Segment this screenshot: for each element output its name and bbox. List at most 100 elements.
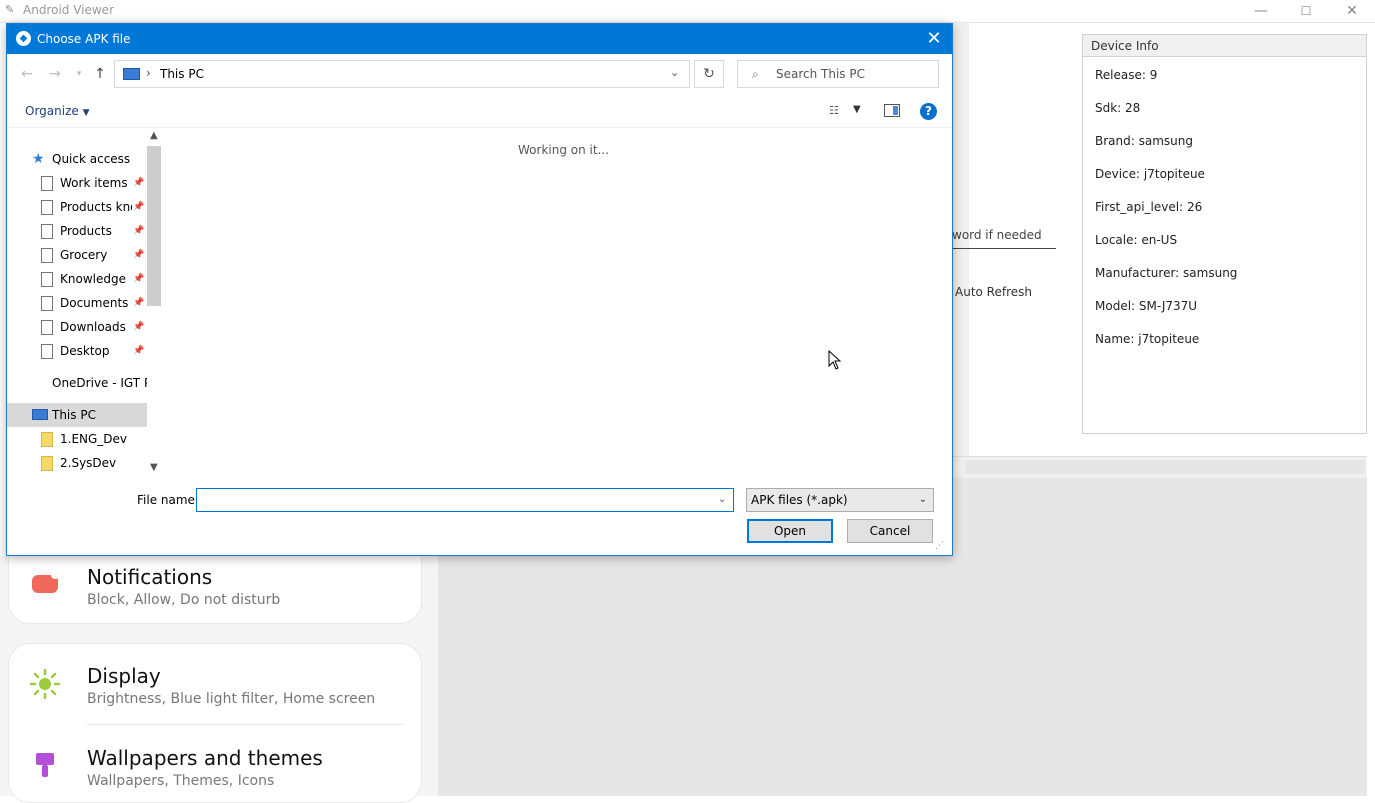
mouse-cursor-icon	[828, 350, 842, 370]
nav-scrollbar[interactable]: ▲ ▼	[147, 128, 163, 479]
nav-item-onedrive[interactable]: OneDrive - IGT PL	[7, 371, 147, 395]
organize-label: Organize	[25, 104, 79, 118]
nav-item-pinned[interactable]: Work items 📌	[7, 171, 147, 195]
file-name-input[interactable]	[201, 492, 711, 508]
search-box[interactable]: ⌕	[737, 60, 939, 88]
navigation-pane: ★ Quick access Work items 📌 Products kno 📌…	[7, 128, 167, 479]
breadcrumb-separator-icon[interactable]: ›	[146, 66, 151, 80]
refresh-icon[interactable]: ↻	[694, 60, 724, 88]
organize-menu[interactable]: Organize ▼	[25, 104, 90, 118]
nav-item-quick-access[interactable]: ★ Quick access	[7, 147, 147, 171]
pin-icon: 📌	[133, 250, 145, 260]
folder-icon	[41, 432, 53, 447]
nav-item-folder[interactable]: 1.ENG_Dev	[7, 427, 147, 451]
star-icon: ★	[32, 151, 45, 167]
nav-label: Products	[60, 224, 112, 238]
close-button[interactable]: ✕	[1329, 0, 1375, 22]
pin-icon: 📌	[133, 226, 145, 236]
nav-item-pinned[interactable]: Grocery 📌	[7, 243, 147, 267]
nav-item-pinned[interactable]: Documents 📌	[7, 291, 147, 315]
device-info-item: Model: SM-J737U	[1095, 299, 1198, 313]
address-bar[interactable]: › This PC ⌄	[114, 60, 690, 88]
scrollbar-thumb[interactable]	[965, 460, 1365, 474]
scroll-down-icon[interactable]: ▼	[150, 462, 158, 473]
document-icon	[41, 320, 53, 335]
view-dropdown-chevron-icon[interactable]: ▼	[853, 104, 861, 115]
horizontal-scrollbar[interactable]	[952, 456, 1367, 478]
file-type-value: APK files (*.apk)	[751, 493, 848, 507]
device-info-item: Name: j7topiteue	[1095, 332, 1200, 346]
back-arrow-icon[interactable]: ←	[17, 64, 37, 84]
nav-label: 2.SysDev	[60, 456, 117, 470]
nav-label: OneDrive - IGT PL	[52, 376, 147, 390]
scrollbar-thumb[interactable]	[147, 146, 161, 306]
file-name-label: File name:	[137, 493, 199, 507]
settings-subtitle: Brightness, Blue light filter, Home scre…	[87, 691, 376, 707]
password-field-underline[interactable]	[952, 248, 1056, 249]
document-icon	[41, 272, 53, 287]
nav-item-pinned[interactable]: Knowledge 📌	[7, 267, 147, 291]
device-info-item: Device: j7topiteue	[1095, 167, 1205, 181]
device-info-item: Sdk: 28	[1095, 101, 1141, 115]
settings-subtitle: Block, Allow, Do not disturb	[87, 592, 281, 608]
resize-grip-icon[interactable]: ⋰	[935, 541, 944, 551]
computer-icon	[123, 68, 140, 80]
chevron-down-icon[interactable]: ⌄	[718, 494, 726, 505]
nav-label: Documents	[60, 296, 129, 310]
breadcrumb-this-pc[interactable]: This PC	[160, 67, 204, 81]
maximize-button[interactable]: ☐	[1283, 0, 1329, 22]
recent-locations-chevron-icon[interactable]: ▾	[69, 64, 89, 84]
choose-apk-dialog: ◆ Choose APK file ✕ ← → ▾ ↑ › This PC ⌄ …	[6, 23, 953, 556]
forward-arrow-icon[interactable]: →	[45, 64, 65, 84]
pin-icon: 📌	[133, 346, 145, 356]
search-icon: ⌕	[752, 67, 759, 81]
settings-card[interactable]: Display Brightness, Blue light filter, H…	[8, 643, 422, 803]
file-type-select[interactable]: APK files (*.apk) ⌄	[746, 488, 934, 512]
divider	[87, 724, 403, 725]
preview-pane-icon[interactable]	[884, 104, 900, 117]
search-input[interactable]	[776, 66, 931, 82]
dialog-titlebar: ◆ Choose APK file ✕	[7, 24, 952, 54]
auto-refresh-checkbox-label[interactable]: Auto Refresh	[955, 285, 1032, 299]
device-info-item: Locale: en-US	[1095, 233, 1178, 247]
dialog-title: Choose APK file	[37, 32, 131, 46]
nav-label: 1.ENG_Dev	[60, 432, 128, 446]
scroll-up-icon[interactable]: ▲	[150, 130, 158, 141]
document-icon	[41, 248, 53, 263]
nav-label: Knowledge	[60, 272, 126, 286]
settings-subtitle: Wallpapers, Themes, Icons	[87, 773, 275, 789]
nav-item-this-pc[interactable]: This PC	[7, 403, 147, 427]
dialog-app-icon: ◆	[16, 31, 31, 46]
settings-title: Display	[87, 664, 161, 688]
chevron-down-icon: ▼	[82, 108, 90, 118]
up-arrow-icon[interactable]: ↑	[90, 64, 110, 84]
cancel-button[interactable]: Cancel	[847, 519, 933, 543]
view-options-icon[interactable]: ☷	[829, 104, 845, 118]
nav-label: This PC	[52, 408, 96, 422]
open-button[interactable]: Open	[747, 519, 833, 543]
device-info-item: Brand: samsung	[1095, 134, 1193, 148]
nav-label: Downloads	[60, 320, 126, 334]
dialog-close-icon[interactable]: ✕	[922, 28, 946, 50]
file-name-combobox[interactable]: ⌄	[196, 488, 734, 512]
chevron-down-icon: ⌄	[918, 494, 927, 505]
address-dropdown-chevron-icon[interactable]: ⌄	[670, 66, 679, 79]
nav-item-pinned[interactable]: Products 📌	[7, 219, 147, 243]
computer-icon	[32, 409, 48, 420]
help-icon[interactable]: ?	[920, 103, 937, 120]
pin-icon: 📌	[133, 178, 145, 188]
device-info-item: Release: 9	[1095, 68, 1158, 82]
app-title: Android Viewer	[23, 3, 115, 17]
minimize-button[interactable]: —	[1238, 0, 1284, 22]
nav-item-pinned[interactable]: Desktop 📌	[7, 339, 147, 363]
nav-item-pinned[interactable]: Downloads 📌	[7, 315, 147, 339]
display-sun-icon	[30, 669, 60, 699]
nav-label: Grocery	[60, 248, 108, 262]
nav-label: Products kno	[60, 200, 132, 214]
nav-item-pinned[interactable]: Products kno 📌	[7, 195, 147, 219]
settings-title: Wallpapers and themes	[87, 746, 323, 770]
nav-item-folder[interactable]: 2.SysDev	[7, 451, 147, 475]
document-icon	[41, 224, 53, 239]
folder-icon	[41, 456, 53, 471]
device-info-item: Manufacturer: samsung	[1095, 266, 1238, 280]
